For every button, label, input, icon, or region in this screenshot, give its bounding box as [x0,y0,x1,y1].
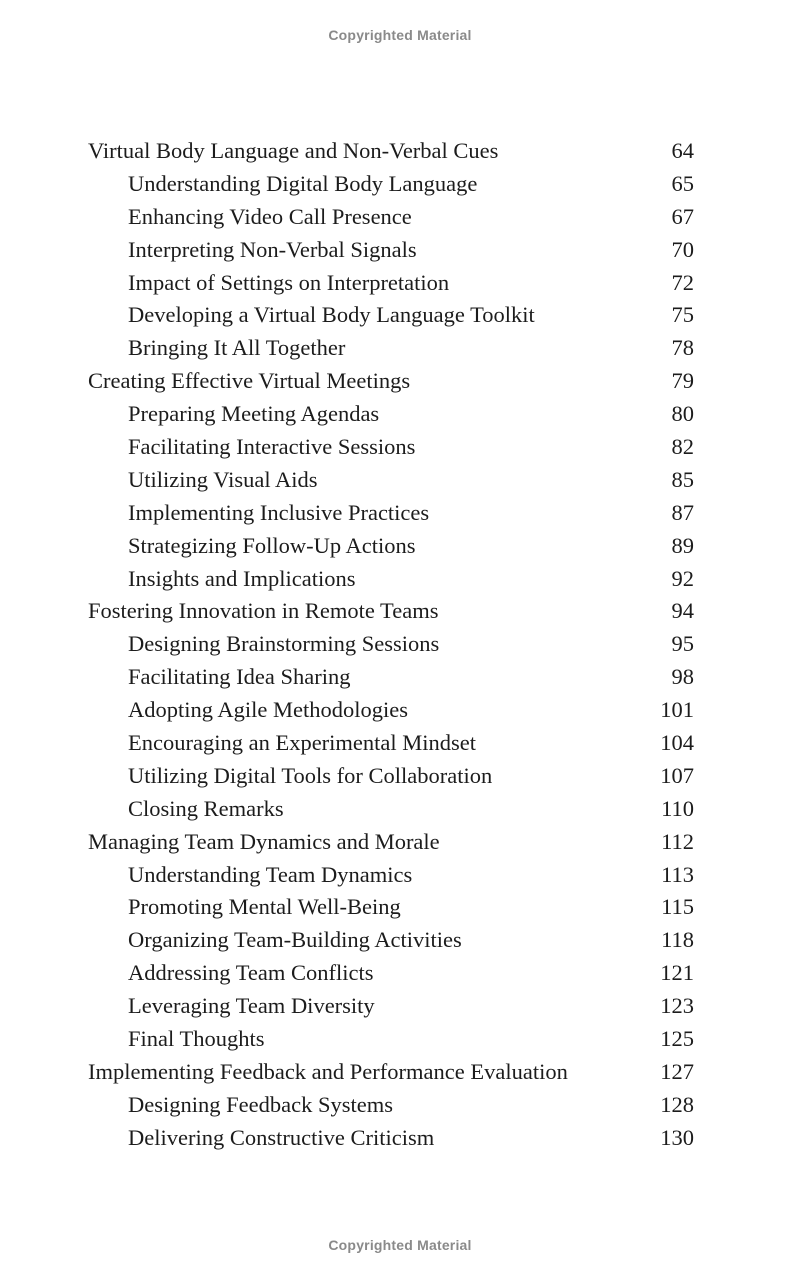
toc-entry-title: Promoting Mental Well-Being [128,894,401,920]
toc-entry-title: Strategizing Follow-Up Actions [128,532,416,558]
toc-section-entry: Understanding Digital Body Language 65 [0,168,800,201]
toc-section-entry: Strategizing Follow-Up Actions 89 [0,530,800,563]
toc-chapter-entry: Managing Team Dynamics and Morale 112 [0,826,800,859]
toc-entry-page-number: 128 [660,1091,694,1117]
toc-entry-title: Leveraging Team Diversity [128,993,375,1019]
toc-entry-title: Addressing Team Conflicts [128,960,374,986]
toc-section-entry: Promoting Mental Well-Being 115 [0,891,800,924]
toc-entry-title: Virtual Body Language and Non-Verbal Cue… [88,138,499,163]
toc-section-entry: Delivering Constructive Criticism 130 [0,1122,800,1155]
toc-entry-page-number: 112 [661,828,694,854]
toc-entry-title: Insights and Implications [128,565,356,591]
toc-section-entry: Enhancing Video Call Presence 67 [0,201,800,234]
toc-section-entry: Implementing Inclusive Practices 87 [0,497,800,530]
toc-entry-title: Designing Feedback Systems [128,1091,393,1117]
toc-chapter-entry: Creating Effective Virtual Meetings 79 [0,365,800,398]
toc-entry-page-number: 121 [660,960,694,986]
toc-section-entry: Utilizing Digital Tools for Collaboratio… [0,760,800,793]
toc-entry-title: Designing Brainstorming Sessions [128,631,440,657]
toc-section-entry: Organizing Team-Building Activities 118 [0,924,800,957]
toc-entry-page-number: 130 [660,1124,694,1150]
toc-entry-page-number: 98 [671,664,695,690]
toc-chapter-entry: Virtual Body Language and Non-Verbal Cue… [0,135,800,168]
toc-entry-title: Implementing Feedback and Performance Ev… [88,1058,568,1084]
toc-entry-title: Adopting Agile Methodologies [128,697,408,723]
toc-entry-page-number: 64 [671,138,695,163]
toc-entry-title: Impact of Settings on Interpretation [128,269,450,295]
toc-entry-title: Bringing It All Together [128,335,346,361]
toc-entry-page-number: 104 [660,730,694,756]
toc-entry-page-number: 92 [671,565,695,591]
toc-section-entry: Insights and Implications 92 [0,563,800,596]
toc-entry-title: Facilitating Idea Sharing [128,664,351,690]
toc-entry-title: Utilizing Digital Tools for Collaboratio… [128,762,493,788]
toc-section-entry: Utilizing Visual Aids 85 [0,464,800,497]
toc-entry-page-number: 75 [671,302,695,328]
toc-section-entry: Developing a Virtual Body Language Toolk… [0,299,800,332]
toc-section-entry: Designing Brainstorming Sessions 95 [0,628,800,661]
toc-entry-page-number: 110 [661,795,694,821]
toc-entry-page-number: 113 [661,861,694,887]
toc-entry-title: Facilitating Interactive Sessions [128,434,416,460]
toc-section-entry: Closing Remarks 110 [0,793,800,826]
toc-section-entry: Interpreting Non-Verbal Signals 70 [0,234,800,267]
toc-entry-title: Developing a Virtual Body Language Toolk… [128,302,535,328]
copyright-watermark-top: Copyrighted Material [328,27,472,43]
toc-entry-page-number: 70 [671,236,695,262]
toc-entry-page-number: 101 [660,697,694,723]
toc-entry-title: Utilizing Visual Aids [128,466,318,492]
toc-entry-page-number: 95 [671,631,695,657]
toc-section-entry: Encouraging an Experimental Mindset 104 [0,727,800,760]
toc-entry-title: Organizing Team-Building Activities [128,927,462,953]
toc-entry-title: Creating Effective Virtual Meetings [88,368,411,394]
toc-entry-title: Enhancing Video Call Presence [128,203,412,229]
toc-entry-title: Closing Remarks [128,795,284,821]
toc-entry-page-number: 80 [671,401,695,427]
toc-entry-page-number: 79 [671,368,695,394]
toc-entry-page-number: 115 [661,894,694,920]
toc-entry-title: Managing Team Dynamics and Morale [88,828,440,854]
toc-entry-page-number: 65 [671,170,695,196]
toc-entry-page-number: 85 [671,466,695,492]
toc-entry-title: Fostering Innovation in Remote Teams [88,598,439,624]
toc-entry-page-number: 127 [660,1058,694,1084]
table-of-contents: Virtual Body Language and Non-Verbal Cue… [0,135,800,1155]
copyright-watermark-bottom: Copyrighted Material [328,1237,472,1253]
toc-section-entry: Final Thoughts 125 [0,1023,800,1056]
toc-section-entry: Impact of Settings on Interpretation 72 [0,267,800,300]
toc-entry-page-number: 82 [671,434,695,460]
toc-section-entry: Facilitating Interactive Sessions 82 [0,431,800,464]
toc-entry-page-number: 118 [661,927,694,953]
toc-entry-page-number: 125 [660,1026,694,1052]
toc-section-entry: Bringing It All Together 78 [0,332,800,365]
toc-entry-page-number: 107 [660,762,694,788]
toc-entry-page-number: 67 [671,203,695,229]
toc-entry-title: Final Thoughts [128,1026,265,1052]
toc-entry-title: Understanding Digital Body Language [128,170,478,196]
toc-entry-title: Understanding Team Dynamics [128,861,413,887]
toc-section-entry: Leveraging Team Diversity 123 [0,990,800,1023]
toc-entry-title: Implementing Inclusive Practices [128,499,430,525]
toc-section-entry: Understanding Team Dynamics 113 [0,859,800,892]
toc-section-entry: Facilitating Idea Sharing 98 [0,661,800,694]
toc-chapter-entry: Fostering Innovation in Remote Teams 94 [0,595,800,628]
toc-section-entry: Preparing Meeting Agendas 80 [0,398,800,431]
toc-entry-page-number: 89 [671,532,695,558]
toc-section-entry: Addressing Team Conflicts 121 [0,957,800,990]
toc-entry-page-number: 87 [671,499,695,525]
toc-entry-title: Encouraging an Experimental Mindset [128,730,477,756]
toc-section-entry: Adopting Agile Methodologies 101 [0,694,800,727]
toc-entry-page-number: 94 [671,598,695,624]
toc-entry-page-number: 72 [671,269,695,295]
toc-entry-title: Interpreting Non-Verbal Signals [128,236,417,262]
toc-section-entry: Designing Feedback Systems 128 [0,1089,800,1122]
toc-entry-title: Preparing Meeting Agendas [128,401,380,427]
toc-entry-title: Delivering Constructive Criticism [128,1124,435,1150]
toc-entry-page-number: 78 [671,335,695,361]
toc-chapter-entry: Implementing Feedback and Performance Ev… [0,1056,800,1089]
toc-entry-page-number: 123 [660,993,694,1019]
